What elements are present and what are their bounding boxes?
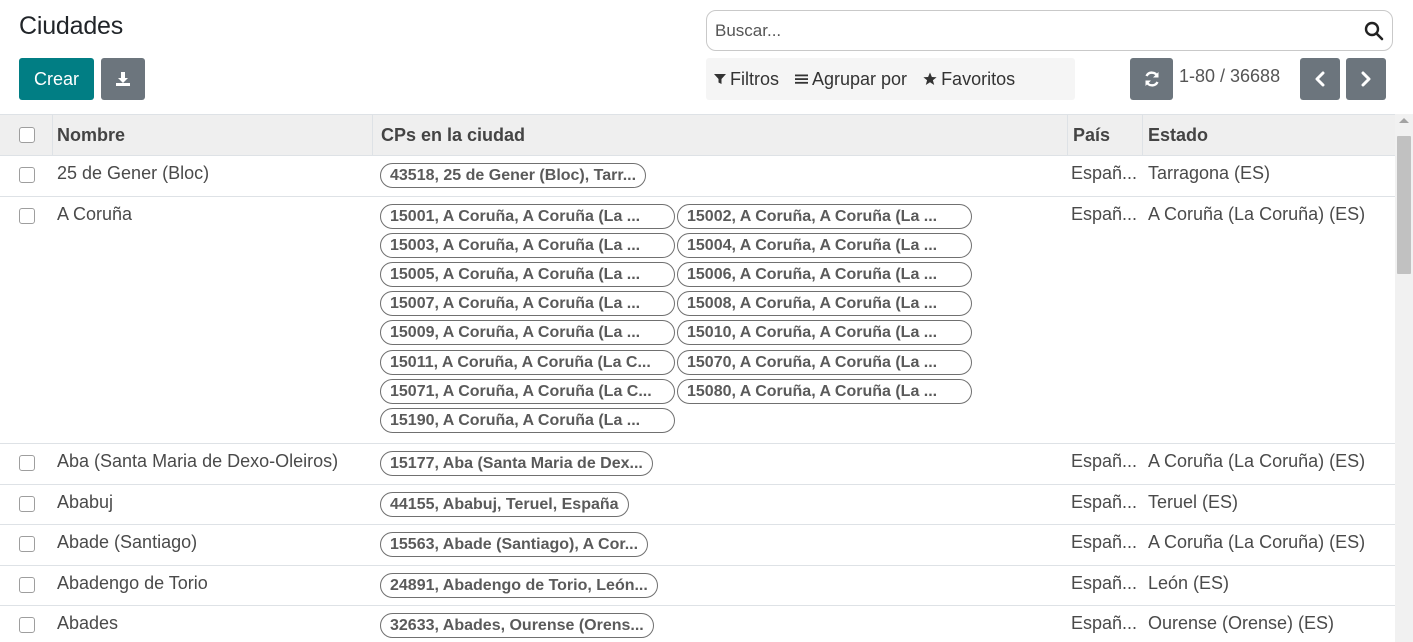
search-icon[interactable]	[1364, 21, 1384, 41]
zip-tag[interactable]: 15005, A Coruña, A Coruña (La ...	[380, 261, 675, 287]
city-country: Españ...	[1071, 613, 1138, 634]
zip-tag[interactable]: 15008, A Coruña, A Coruña (La ...	[677, 291, 972, 317]
search-input[interactable]	[715, 19, 1355, 43]
zip-tag[interactable]: 15177, Aba (Santa Maria de Dex...	[380, 451, 653, 477]
city-country: Españ...	[1071, 572, 1138, 593]
row-checkbox[interactable]	[19, 576, 35, 593]
row-checkbox[interactable]	[19, 495, 35, 512]
column-divider	[372, 115, 373, 157]
column-header-country[interactable]: País	[1073, 115, 1110, 157]
table-row[interactable]: Ababuj Españ... Teruel (ES) 44155, Ababuj, …	[0, 484, 1395, 526]
row-checkbox[interactable]	[19, 536, 35, 553]
scroll-up-arrow[interactable]	[1399, 118, 1409, 123]
column-header-name[interactable]: Nombre	[57, 115, 125, 157]
zip-tag[interactable]: 15001, A Coruña, A Coruña (La ...	[380, 203, 675, 229]
refresh-button[interactable]	[1130, 58, 1173, 100]
city-country: Españ...	[1071, 203, 1138, 224]
city-name: Abade (Santiago)	[57, 532, 198, 553]
table-row[interactable]: Abade (Santiago) Españ... A Coruña (La Cor…	[0, 525, 1395, 566]
search-bar	[706, 10, 1393, 51]
zip-tag[interactable]: 15003, A Coruña, A Coruña (La ...	[380, 232, 675, 258]
city-country: Españ...	[1071, 532, 1138, 553]
zip-tag[interactable]: 15002, A Coruña, A Coruña (La ...	[677, 203, 972, 229]
row-checkbox[interactable]	[19, 617, 35, 634]
city-state: León (ES)	[1148, 572, 1230, 593]
city-state: A Coruña (La Coruña) (ES)	[1148, 451, 1366, 472]
favorites-label: Favoritos	[941, 68, 1016, 89]
table-row[interactable]: Abadengo de Torio Españ... León (ES) 24891,…	[0, 565, 1395, 607]
city-country: Españ...	[1071, 163, 1138, 183]
table-row[interactable]: A Coruña Españ... A Coruña (La Coruña) (ES…	[0, 196, 1395, 445]
favorites-toggle[interactable]: Favoritos	[915, 58, 1023, 100]
zip-tag[interactable]: 15004, A Coruña, A Coruña (La ...	[677, 232, 972, 258]
download-button[interactable]	[101, 58, 145, 100]
city-state: Ourense (Orense) (ES)	[1148, 613, 1335, 634]
column-divider	[1142, 115, 1143, 157]
chevron-right-icon	[1361, 71, 1371, 87]
refresh-icon	[1144, 71, 1159, 87]
column-divider	[1067, 115, 1068, 157]
zip-tag[interactable]: 15006, A Coruña, A Coruña (La ...	[677, 261, 972, 287]
zip-tag[interactable]: 15190, A Coruña, A Coruña (La ...	[380, 407, 675, 433]
star-icon	[923, 72, 937, 85]
page-title: Ciudades	[19, 12, 124, 40]
filter-icon	[714, 74, 726, 84]
pager-next-button[interactable]	[1346, 58, 1386, 100]
city-name: A Coruña	[57, 203, 133, 224]
search-facets: Filtros Agrupar por Favoritos	[706, 58, 1075, 100]
filters-label: Filtros	[730, 68, 779, 89]
create-button[interactable]: Crear	[19, 58, 94, 100]
vertical-scrollbar[interactable]	[1395, 114, 1413, 642]
row-checkbox[interactable]	[19, 167, 35, 183]
download-icon	[116, 72, 130, 86]
city-state: Teruel (ES)	[1148, 491, 1239, 512]
scrollbar-thumb[interactable]	[1397, 136, 1411, 274]
column-divider	[52, 115, 53, 157]
pager-value[interactable]: 1-80 / 36688	[1179, 66, 1280, 87]
zip-tag[interactable]: 15010, A Coruña, A Coruña (La ...	[677, 320, 972, 346]
select-all-checkbox[interactable]	[19, 127, 35, 143]
city-state: Tarragona (ES)	[1148, 163, 1271, 183]
row-checkbox[interactable]	[19, 207, 35, 224]
zip-tag[interactable]: 24891, Abadengo de Torio, León...	[380, 572, 658, 598]
pager-previous-button[interactable]	[1300, 58, 1340, 100]
zip-tag[interactable]: 15007, A Coruña, A Coruña (La ...	[380, 291, 675, 317]
city-name: Abadengo de Torio	[57, 572, 208, 593]
city-name: 25 de Gener (Bloc)	[57, 163, 210, 183]
table-row[interactable]: 25 de Gener (Bloc) Españ... Tarragona (ES)…	[0, 156, 1395, 197]
table-row[interactable]: Abades Españ... Ourense (Orense) (ES) 32633…	[0, 606, 1395, 642]
table-header: Nombre CPs en la ciudad País Estado	[0, 114, 1395, 157]
zip-tag[interactable]: 15080, A Coruña, A Coruña (La ...	[677, 378, 972, 404]
cities-table: Nombre CPs en la ciudad País Estado 25 d…	[0, 114, 1395, 642]
city-state: A Coruña (La Coruña) (ES)	[1148, 532, 1366, 553]
list-icon	[795, 74, 808, 84]
chevron-left-icon	[1315, 71, 1325, 87]
zip-tag[interactable]: 15071, A Coruña, A Coruña (La C...	[380, 378, 675, 404]
group-by-label: Agrupar por	[812, 68, 908, 89]
row-checkbox[interactable]	[19, 455, 35, 472]
zip-tag[interactable]: 32633, Abades, Ourense (Orens...	[380, 613, 654, 639]
zip-tag[interactable]: 15009, A Coruña, A Coruña (La ...	[380, 320, 675, 346]
city-state: A Coruña (La Coruña) (ES)	[1148, 203, 1366, 224]
city-country: Españ...	[1071, 491, 1138, 512]
table-row[interactable]: Aba (Santa Maria de Dexo-Oleiros) Españ..…	[0, 444, 1395, 485]
column-header-state[interactable]: Estado	[1148, 115, 1208, 157]
city-name: Abades	[57, 613, 119, 634]
city-name: Ababuj	[57, 491, 114, 512]
zip-tag[interactable]: 15070, A Coruña, A Coruña (La ...	[677, 349, 972, 375]
zip-tag[interactable]: 15011, A Coruña, A Coruña (La C...	[380, 349, 675, 375]
city-name: Aba (Santa Maria de Dexo-Oleiros)	[57, 451, 339, 472]
city-country: Españ...	[1071, 451, 1138, 472]
group-by-toggle[interactable]: Agrupar por	[787, 58, 915, 100]
zip-tag[interactable]: 15563, Abade (Santiago), A Cor...	[380, 532, 649, 558]
zip-tag[interactable]: 44155, Ababuj, Teruel, España	[380, 491, 629, 517]
filters-toggle[interactable]: Filtros	[706, 58, 787, 100]
column-header-zips[interactable]: CPs en la ciudad	[381, 115, 525, 157]
zip-tag[interactable]: 43518, 25 de Gener (Bloc), Tarr...	[380, 163, 647, 188]
